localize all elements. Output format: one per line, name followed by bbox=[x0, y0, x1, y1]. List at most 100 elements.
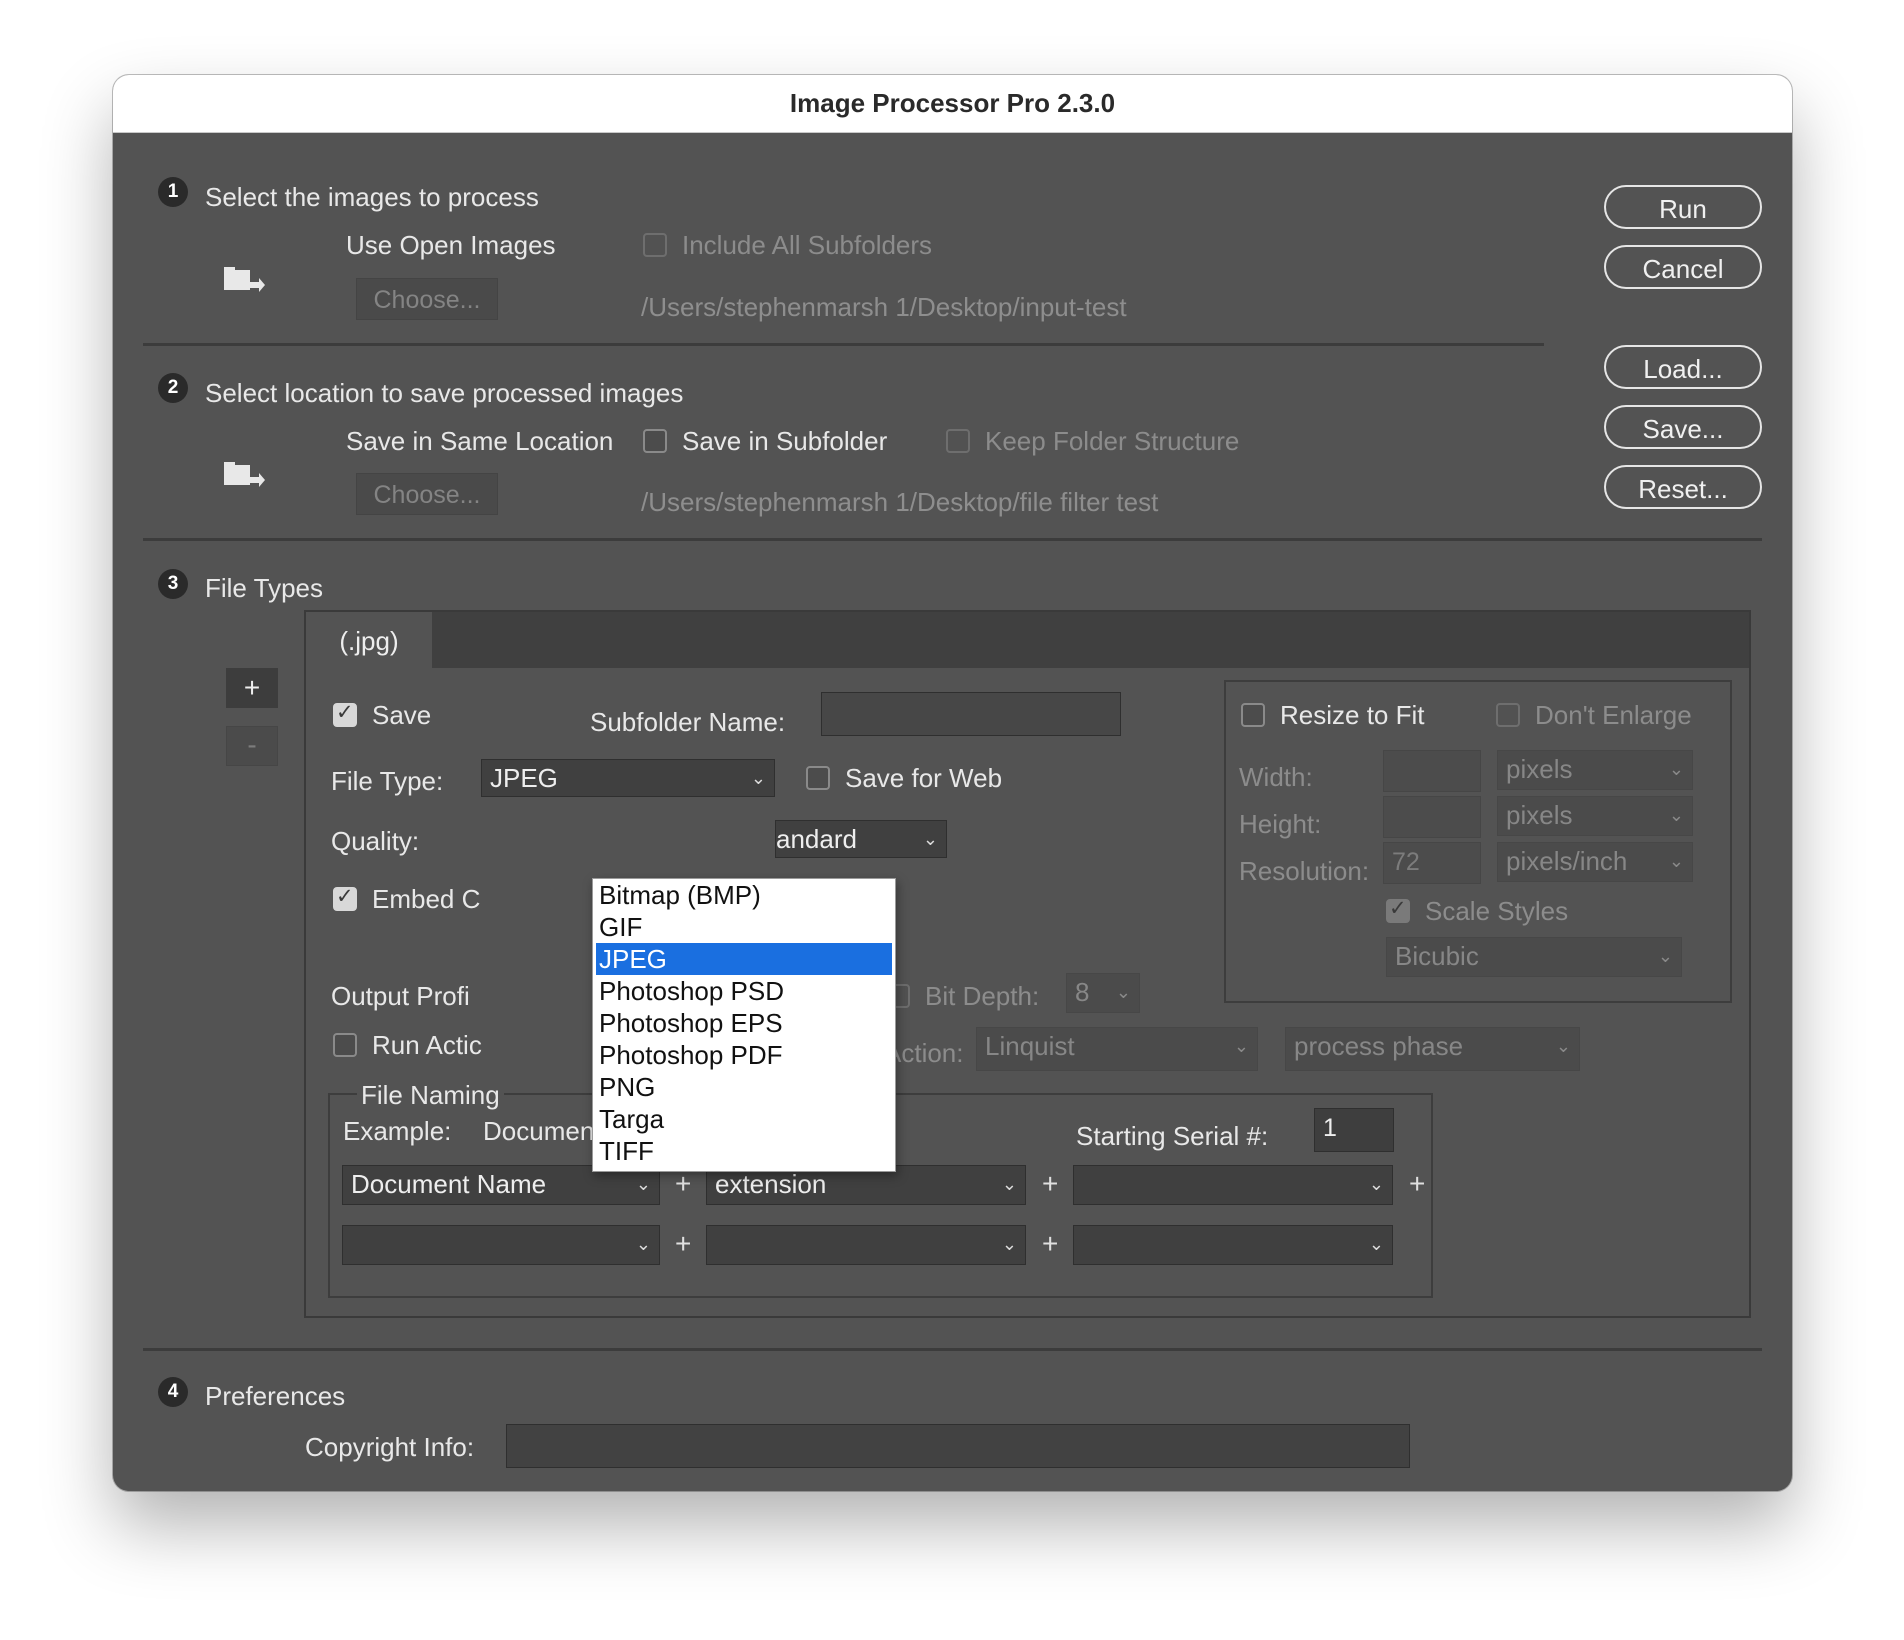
section-1-title: Select the images to process bbox=[205, 182, 539, 212]
load-button[interactable]: Load... bbox=[1604, 345, 1762, 389]
chevron-down-icon: ⌄ bbox=[1668, 805, 1684, 825]
height-input[interactable] bbox=[1383, 796, 1481, 838]
resolution-label: Resolution: bbox=[1239, 856, 1370, 886]
destination-choose-button[interactable]: Choose... bbox=[356, 473, 498, 515]
section-2-title: Select location to save processed images bbox=[205, 378, 684, 408]
file-type-select[interactable]: JPEG ⌄ bbox=[481, 759, 775, 797]
action-name-value: process phase bbox=[1294, 1031, 1464, 1061]
option-png[interactable]: PNG bbox=[596, 1071, 892, 1103]
section-1-number: 1 bbox=[158, 177, 188, 207]
section-3-number: 3 bbox=[158, 569, 188, 599]
include-subfolders-checkbox[interactable] bbox=[643, 233, 667, 257]
chevron-down-icon: ⌄ bbox=[1668, 759, 1684, 779]
run-button[interactable]: Run bbox=[1604, 185, 1762, 229]
divider bbox=[143, 343, 1544, 346]
option-jpeg[interactable]: JPEG bbox=[596, 943, 892, 975]
chevron-down-icon: ⌄ bbox=[1555, 1036, 1571, 1056]
copyright-input[interactable] bbox=[506, 1424, 1410, 1468]
height-unit-value: pixels bbox=[1506, 800, 1573, 830]
use-open-images-label[interactable]: Use Open Images bbox=[346, 229, 556, 261]
add-file-type-button[interactable]: + bbox=[226, 668, 278, 708]
bit-depth-select[interactable]: 8 ⌄ bbox=[1066, 973, 1140, 1013]
width-unit-select[interactable]: pixels ⌄ bbox=[1497, 750, 1693, 790]
chevron-down-icon: ⌄ bbox=[1115, 982, 1131, 1002]
source-choose-button[interactable]: Choose... bbox=[356, 278, 498, 320]
reset-button[interactable]: Reset... bbox=[1604, 465, 1762, 509]
option-bitmap-bmp[interactable]: Bitmap (BMP) bbox=[596, 879, 892, 911]
section-3-title: File Types bbox=[205, 573, 324, 603]
naming-select-2-3[interactable]: ⌄ bbox=[1073, 1225, 1393, 1265]
chevron-down-icon: ⌄ bbox=[1233, 1036, 1249, 1056]
plus-separator: + bbox=[675, 1228, 692, 1259]
save-for-web-checkbox[interactable] bbox=[806, 766, 830, 790]
run-action-label: Run Actic bbox=[372, 1030, 482, 1060]
subfolder-name-input[interactable] bbox=[821, 692, 1121, 736]
action-name-select[interactable]: process phase ⌄ bbox=[1285, 1027, 1580, 1071]
action-set-value: Linquist bbox=[985, 1031, 1075, 1061]
folder-arrow-icon bbox=[224, 267, 265, 292]
remove-file-type-button[interactable]: - bbox=[226, 726, 278, 766]
naming-select-2-2[interactable]: ⌄ bbox=[706, 1225, 1026, 1265]
section-4-number: 4 bbox=[158, 1377, 188, 1407]
file-type-dropdown-list: Bitmap (BMP) GIF JPEG Photoshop PSD Phot… bbox=[592, 878, 896, 1172]
resolution-unit-select[interactable]: pixels/inch ⌄ bbox=[1497, 842, 1693, 882]
copyright-label: Copyright Info: bbox=[305, 1432, 475, 1462]
dont-enlarge-checkbox[interactable] bbox=[1496, 703, 1520, 727]
file-type-label: File Type: bbox=[331, 766, 444, 796]
scale-styles-checkbox[interactable] bbox=[1386, 896, 1410, 923]
save-label: Save bbox=[372, 700, 432, 730]
resize-to-fit-label: Resize to Fit bbox=[1280, 700, 1425, 730]
keep-folder-structure-checkbox[interactable] bbox=[946, 429, 970, 453]
bit-depth-label: Bit Depth: bbox=[925, 981, 1040, 1011]
option-gif[interactable]: GIF bbox=[596, 911, 892, 943]
save-same-location-label[interactable]: Save in Same Location bbox=[346, 425, 613, 457]
cancel-button[interactable]: Cancel bbox=[1604, 245, 1762, 289]
starting-serial-label: Starting Serial #: bbox=[1076, 1121, 1269, 1151]
file-naming-legend: File Naming bbox=[357, 1079, 504, 1110]
save-for-web-label: Save for Web bbox=[845, 763, 1003, 793]
plus-separator: + bbox=[1042, 1228, 1059, 1259]
resize-to-fit-checkbox[interactable] bbox=[1241, 703, 1265, 727]
chevron-down-icon: ⌄ bbox=[1368, 1174, 1384, 1194]
chevron-down-icon: ⌄ bbox=[1657, 946, 1673, 966]
naming-select-1-2-value: extension bbox=[715, 1169, 827, 1199]
bit-depth-value: 8 bbox=[1075, 977, 1090, 1007]
starting-serial-input[interactable]: 1 bbox=[1314, 1108, 1394, 1152]
quality-select[interactable]: andard ⌄ bbox=[775, 820, 947, 858]
chevron-down-icon: ⌄ bbox=[635, 1234, 651, 1254]
option-targa[interactable]: Targa bbox=[596, 1103, 892, 1135]
subfolder-name-label: Subfolder Name: bbox=[590, 707, 786, 737]
file-type-select-value: JPEG bbox=[490, 763, 558, 793]
save-checkbox[interactable] bbox=[333, 700, 357, 727]
option-photoshop-pdf[interactable]: Photoshop PDF bbox=[596, 1039, 892, 1071]
height-unit-select[interactable]: pixels ⌄ bbox=[1497, 796, 1693, 836]
keep-folder-structure-label: Keep Folder Structure bbox=[985, 426, 1240, 456]
naming-select-2-1[interactable]: ⌄ bbox=[342, 1225, 660, 1265]
chevron-down-icon: ⌄ bbox=[1668, 851, 1684, 871]
save-settings-button[interactable]: Save... bbox=[1604, 405, 1762, 449]
dont-enlarge-label: Don't Enlarge bbox=[1535, 700, 1692, 730]
save-in-subfolder-checkbox[interactable] bbox=[643, 429, 667, 453]
resolution-unit-value: pixels/inch bbox=[1506, 846, 1628, 876]
resample-method-select[interactable]: Bicubic ⌄ bbox=[1386, 937, 1682, 977]
divider bbox=[143, 1348, 1762, 1351]
plus-separator: + bbox=[1409, 1168, 1426, 1199]
section-2-number: 2 bbox=[158, 373, 188, 403]
option-photoshop-psd[interactable]: Photoshop PSD bbox=[596, 975, 892, 1007]
section-4-title: Preferences bbox=[205, 1381, 346, 1411]
resolution-input[interactable]: 72 bbox=[1383, 842, 1481, 884]
resample-method-value: Bicubic bbox=[1395, 941, 1479, 971]
chevron-down-icon: ⌄ bbox=[1001, 1174, 1017, 1194]
naming-select-1-3[interactable]: ⌄ bbox=[1073, 1165, 1393, 1205]
option-tiff[interactable]: TIFF bbox=[596, 1135, 892, 1167]
action-set-select[interactable]: Linquist ⌄ bbox=[976, 1027, 1258, 1071]
embed-checkbox[interactable] bbox=[333, 884, 357, 911]
option-photoshop-eps[interactable]: Photoshop EPS bbox=[596, 1007, 892, 1039]
run-action-checkbox[interactable] bbox=[333, 1033, 357, 1057]
example-label: Example: bbox=[343, 1116, 452, 1146]
tab-jpg[interactable]: (.jpg) bbox=[306, 612, 432, 670]
tab-bar bbox=[306, 612, 1749, 668]
width-unit-value: pixels bbox=[1506, 754, 1573, 784]
width-input[interactable] bbox=[1383, 750, 1481, 792]
include-subfolders-label: Include All Subfolders bbox=[682, 230, 933, 260]
